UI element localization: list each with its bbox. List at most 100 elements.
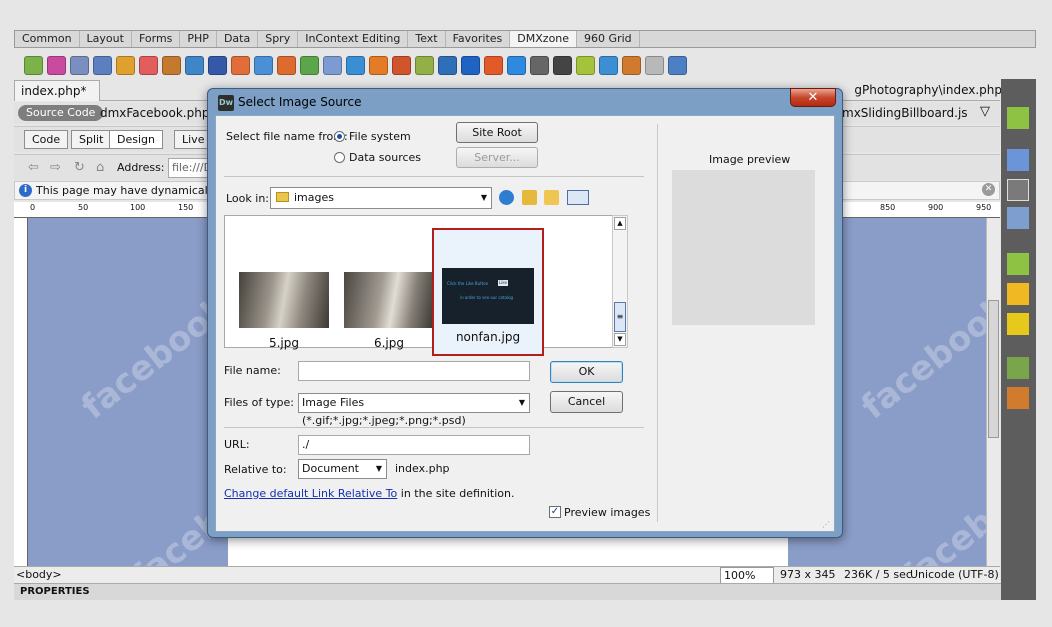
url-input[interactable]: ./ (298, 435, 530, 455)
insert-tool-icon[interactable] (254, 55, 273, 75)
insert-tool-icon[interactable] (47, 55, 66, 75)
insert-tool-icon[interactable] (139, 55, 158, 75)
home-icon[interactable]: ⌂ (96, 160, 104, 175)
back-icon[interactable] (499, 190, 514, 205)
scroll-up-icon[interactable]: ▲ (614, 217, 626, 230)
preview-images-label[interactable]: Preview images (564, 506, 650, 519)
data-sources-label[interactable]: Data sources (349, 151, 421, 164)
tab-incontext-editing[interactable]: InContext Editing (298, 31, 409, 47)
close-info-icon[interactable]: ✕ (982, 183, 995, 196)
up-folder-icon[interactable] (522, 190, 537, 205)
selected-file-item[interactable]: Click the Like Button Like in order to s… (432, 228, 544, 356)
insert-tool-icon[interactable] (185, 55, 204, 75)
design-view-button[interactable]: Design (109, 130, 163, 149)
tab-960-grid[interactable]: 960 Grid (577, 31, 640, 47)
tab-layout[interactable]: Layout (80, 31, 132, 47)
file-name[interactable]: nonfan.jpg (438, 330, 538, 344)
panel-icon[interactable] (1007, 387, 1029, 409)
insert-tool-icon[interactable] (93, 55, 112, 75)
file-system-label[interactable]: File system (349, 130, 411, 143)
insert-tool-icon[interactable] (438, 55, 457, 75)
insert-tool-icon[interactable] (415, 55, 434, 75)
address-input[interactable]: file:///D (168, 158, 208, 178)
tab-favorites[interactable]: Favorites (446, 31, 511, 47)
tag-selector[interactable]: <body> (16, 567, 62, 582)
scroll-thumb[interactable] (988, 300, 999, 438)
refresh-icon[interactable]: ↻ (74, 160, 85, 175)
file-name[interactable]: 5.jpg (234, 336, 334, 350)
insert-tool-icon[interactable] (553, 55, 572, 75)
insert-tool-icon[interactable] (70, 55, 89, 75)
file-thumbnail[interactable] (239, 272, 329, 328)
panel-icon[interactable] (1007, 207, 1029, 229)
panel-icon[interactable] (1007, 107, 1029, 129)
window-size[interactable]: 973 x 345 (780, 567, 836, 582)
insert-tool-icon[interactable] (277, 55, 296, 75)
insert-tool-icon[interactable] (576, 55, 595, 75)
source-code-pill[interactable]: Source Code (18, 105, 104, 121)
resize-grip-icon[interactable]: ⋰ (822, 520, 832, 530)
scroll-thumb[interactable]: ≡ (614, 302, 626, 332)
properties-panel-header[interactable]: PROPERTIES (14, 583, 1036, 600)
canvas-scrollbar[interactable] (986, 218, 1000, 566)
insert-tool-icon[interactable] (484, 55, 503, 75)
insert-tool-icon[interactable] (346, 55, 365, 75)
scroll-down-icon[interactable]: ▼ (614, 333, 626, 346)
tab-spry[interactable]: Spry (258, 31, 299, 47)
relative-to-select[interactable]: Document ▼ (298, 459, 387, 479)
file-thumbnail[interactable] (344, 272, 434, 328)
tab-dmxzone[interactable]: DMXzone (510, 31, 578, 47)
forward-icon[interactable]: ⇨ (50, 160, 61, 175)
panel-icon[interactable] (1007, 283, 1029, 305)
insert-tool-icon[interactable] (622, 55, 641, 75)
site-root-button[interactable]: Site Root (456, 122, 538, 143)
change-default-link[interactable]: Change default Link Relative To (224, 487, 397, 500)
insert-tool-icon[interactable] (599, 55, 618, 75)
insert-tool-icon[interactable] (392, 55, 411, 75)
insert-tool-icon[interactable] (369, 55, 388, 75)
insert-tool-icon[interactable] (507, 55, 526, 75)
panel-icon[interactable] (1007, 253, 1029, 275)
insert-tool-icon[interactable] (323, 55, 342, 75)
file-list[interactable]: 5.jpg 6.jpg (224, 215, 628, 350)
panel-icon[interactable] (1007, 179, 1029, 201)
related-file-right[interactable]: mxSlidingBillboard.js (842, 106, 968, 120)
data-sources-radio[interactable] (334, 152, 345, 163)
look-in-select[interactable]: images ▼ (270, 187, 492, 209)
file-list-scrollbar[interactable]: ▲ ≡ ▼ (612, 215, 628, 348)
tab-forms[interactable]: Forms (132, 31, 181, 47)
file-system-radio[interactable] (334, 131, 345, 142)
view-menu-icon[interactable] (567, 190, 589, 205)
file-thumbnail[interactable]: Click the Like Button Like in order to s… (442, 268, 534, 324)
panel-icon[interactable] (1007, 149, 1029, 171)
live-view-button[interactable]: Live C (174, 130, 210, 149)
code-view-button[interactable]: Code (24, 130, 69, 149)
insert-tool-icon[interactable] (116, 55, 135, 75)
insert-tool-icon[interactable] (231, 55, 250, 75)
tab-php[interactable]: PHP (180, 31, 217, 47)
tab-common[interactable]: Common (15, 31, 80, 47)
new-folder-icon[interactable] (544, 190, 559, 205)
server-button[interactable]: Server... (456, 147, 538, 168)
cancel-button[interactable]: Cancel (550, 391, 623, 413)
panel-icon[interactable] (1007, 313, 1029, 335)
preview-images-checkbox[interactable]: ✓ (549, 506, 561, 518)
related-file[interactable]: dmxFacebook.php (100, 106, 209, 120)
zoom-select[interactable]: 100% (720, 567, 774, 584)
file-name[interactable]: 6.jpg (339, 336, 439, 350)
ok-button[interactable]: OK (550, 361, 623, 383)
insert-tool-icon[interactable] (162, 55, 181, 75)
files-of-type-select[interactable]: Image Files (*.gif;*.jpg;*.jpeg;*.png;*.… (298, 393, 530, 427)
dialog-title-bar[interactable]: Dw Select Image Source ✕ (208, 88, 842, 115)
panel-icon[interactable] (1007, 357, 1029, 379)
insert-tool-icon[interactable] (461, 55, 480, 75)
document-tab-index[interactable]: index.php* × (14, 80, 100, 118)
tab-text[interactable]: Text (408, 31, 446, 47)
insert-tool-icon[interactable] (300, 55, 319, 75)
tab-data[interactable]: Data (217, 31, 259, 47)
file-name-input[interactable] (298, 361, 530, 381)
filter-icon[interactable]: ▽ (980, 104, 990, 119)
insert-tool-icon[interactable] (24, 55, 43, 75)
insert-tool-icon[interactable] (645, 55, 664, 75)
insert-tool-icon[interactable] (208, 55, 227, 75)
